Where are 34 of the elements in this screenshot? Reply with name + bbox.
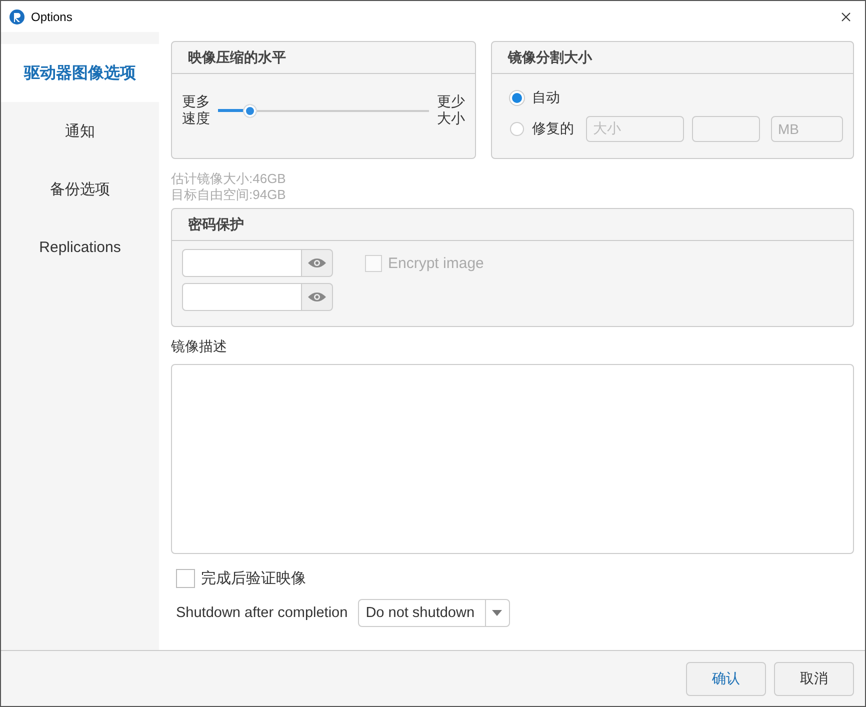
estimate-text: 估计镜像大小:46GB — [171, 171, 287, 187]
show-password-button[interactable] — [302, 249, 333, 277]
show-password-button[interactable] — [302, 283, 333, 311]
caret-icon — [492, 610, 502, 616]
verify-checkbox[interactable] — [176, 569, 195, 588]
radio-label: 自动 — [532, 88, 560, 106]
slider-label: 更多速度 — [182, 94, 210, 128]
checkbox-label: Encrypt image — [388, 254, 484, 272]
sidebar-item[interactable]: 通知 — [1, 102, 159, 160]
shutdown-dropdown[interactable]: Do not shutdown — [358, 599, 510, 627]
password-field[interactable] — [182, 249, 302, 277]
sidebar-item[interactable]: Replications — [1, 218, 159, 276]
cancel-button[interactable]: 取消 — [774, 662, 854, 696]
password-field[interactable] — [182, 283, 302, 311]
compression-slider[interactable] — [218, 103, 429, 119]
description-field[interactable] — [171, 364, 854, 554]
sidebar-item[interactable]: 备份选项 — [1, 160, 159, 218]
confirm-button[interactable]: 确认 — [686, 662, 766, 696]
panel-title: 密码保护 — [172, 209, 853, 241]
close-icon[interactable] — [841, 12, 851, 22]
shutdown-label: Shutdown after completion — [176, 605, 348, 621]
panel-title: 镜像分割大小 — [492, 42, 853, 74]
window-title: Options — [31, 10, 74, 24]
radio-button[interactable] — [510, 122, 524, 136]
eye-icon — [307, 291, 327, 303]
slider-label: 更少大小 — [437, 94, 465, 128]
description-label: 镜像描述 — [171, 338, 228, 357]
estimate-text: 目标自由空间:94GB — [171, 187, 287, 203]
sidebar-item[interactable]: 驱动器图像选项 — [1, 44, 159, 102]
app-logo-icon — [9, 8, 25, 24]
checkbox-label: 完成后验证映像 — [201, 569, 306, 588]
panel-title: 映像压缩的水平 — [172, 42, 475, 74]
eye-icon — [307, 257, 327, 269]
radio-label: 修复的 — [532, 120, 574, 138]
